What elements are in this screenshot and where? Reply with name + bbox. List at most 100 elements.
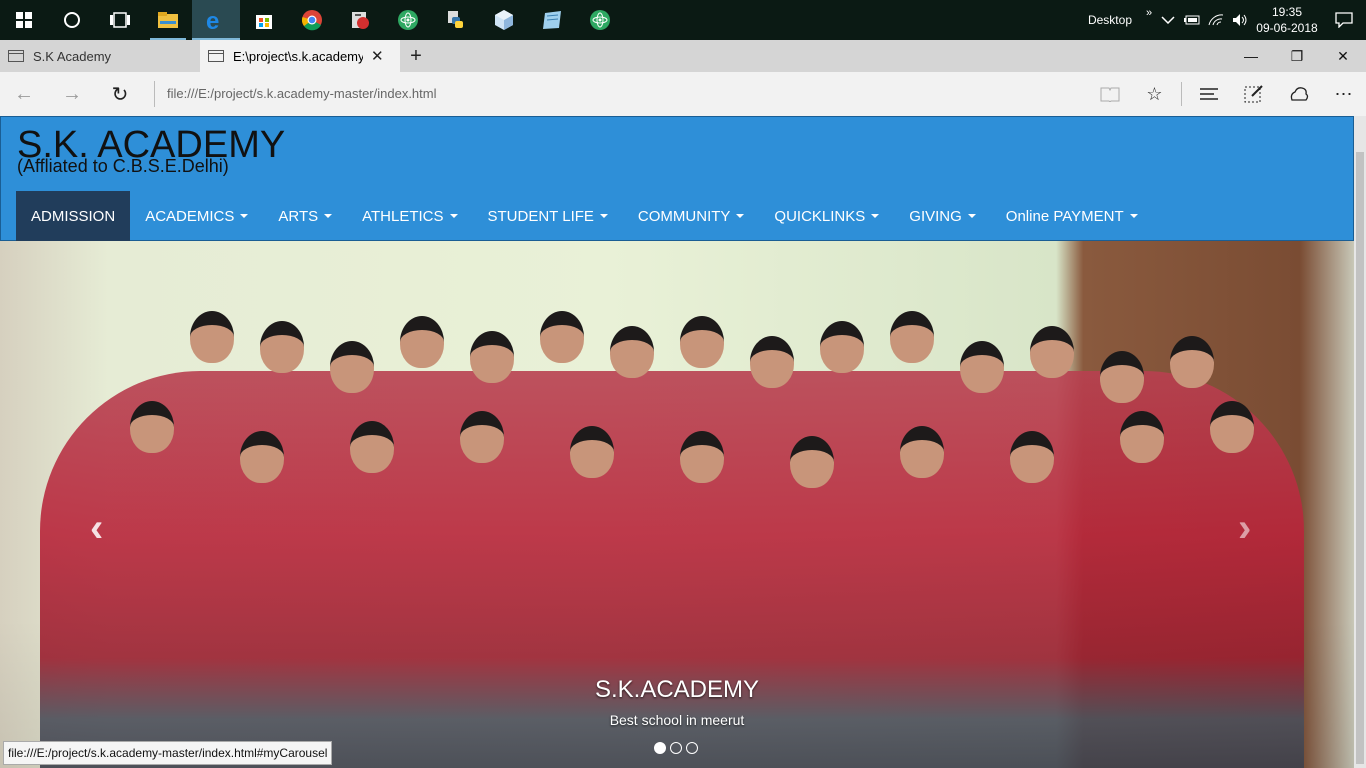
tab-close-icon[interactable]: ✕ xyxy=(371,47,384,65)
nav-label: Online PAYMENT xyxy=(1005,207,1124,225)
battery-icon[interactable] xyxy=(1180,0,1204,40)
toolbar-divider xyxy=(1181,82,1182,106)
nav-academics[interactable]: ACADEMICS xyxy=(130,191,263,241)
atom-icon xyxy=(590,10,610,30)
nav-athletics[interactable]: ATHLETICS xyxy=(347,191,472,241)
chevron-right-double-icon[interactable]: » xyxy=(1142,0,1156,33)
forward-arrow-icon[interactable]: → xyxy=(48,72,96,116)
nav-community[interactable]: COMMUNITY xyxy=(623,191,760,241)
nav-student-life[interactable]: STUDENT LIFE xyxy=(473,191,623,241)
folder-icon xyxy=(158,12,178,28)
windows-start-icon xyxy=(16,12,32,28)
python-button[interactable] xyxy=(432,0,480,40)
system-tray: Desktop » 19:35 09-06-2018 xyxy=(1088,0,1366,40)
hub-icon[interactable] xyxy=(1186,72,1231,116)
atom-button-2[interactable] xyxy=(576,0,624,40)
site-header: S.K. ACADEMY (Affliated to C.B.S.E.Delhi… xyxy=(0,116,1354,241)
store-button[interactable] xyxy=(240,0,288,40)
site-subtitle: (Affliated to C.B.S.E.Delhi) xyxy=(17,156,229,176)
minimize-icon[interactable]: — xyxy=(1228,40,1274,72)
carousel-indicator-2[interactable] xyxy=(670,742,682,754)
nav-label: QUICKLINKS xyxy=(774,207,866,225)
page-scrollbar[interactable] xyxy=(1354,116,1366,768)
caret-down-icon xyxy=(449,214,458,218)
address-bar[interactable]: file:///E:/project/s.k.academy-master/in… xyxy=(154,81,1074,107)
cortana-circle-icon xyxy=(64,12,80,28)
tab-project-file[interactable]: E:\project\s.k.academy- ✕ xyxy=(200,40,400,72)
nav-giving[interactable]: GIVING xyxy=(894,191,991,241)
page-favicon-icon xyxy=(8,50,24,62)
web-note-icon[interactable] xyxy=(1231,72,1276,116)
chrome-button[interactable] xyxy=(288,0,336,40)
edge-button[interactable]: e xyxy=(192,0,240,40)
taskbar-clock[interactable]: 19:35 09-06-2018 xyxy=(1252,4,1322,36)
atom-icon xyxy=(398,10,418,30)
nav-label: ATHLETICS xyxy=(362,207,444,225)
svg-text:e: e xyxy=(206,9,219,31)
tab-sk-academy[interactable]: S.K Academy xyxy=(0,40,200,72)
wifi-icon[interactable] xyxy=(1204,0,1228,40)
caret-down-icon xyxy=(599,214,608,218)
browser-tab-strip: S.K Academy E:\project\s.k.academy- ✕ + … xyxy=(0,40,1366,72)
volume-icon[interactable] xyxy=(1228,0,1252,40)
web-page: S.K. ACADEMY (Affliated to C.B.S.E.Delhi… xyxy=(0,116,1354,768)
nav-label: ACADEMICS xyxy=(145,207,235,225)
task-view-button[interactable] xyxy=(96,0,144,40)
notepad-button[interactable] xyxy=(528,0,576,40)
nav-label: COMMUNITY xyxy=(637,207,731,225)
browser-toolbar: ← → ↻ file:///E:/project/s.k.academy-mas… xyxy=(0,72,1366,116)
store-icon xyxy=(256,15,272,29)
reading-view-icon[interactable] xyxy=(1087,72,1132,116)
chrome-icon xyxy=(302,10,322,31)
nav-label: GIVING xyxy=(909,207,962,225)
file-explorer-button[interactable] xyxy=(144,0,192,40)
nav-admission[interactable]: ADMISSION xyxy=(16,191,131,241)
media-app-icon xyxy=(352,12,369,29)
page-favicon-icon xyxy=(208,50,224,62)
nav-arts[interactable]: ARTS xyxy=(263,191,347,241)
link-status-bar: file:///E:/project/s.k.academy-master/in… xyxy=(3,741,333,765)
notepad-icon xyxy=(543,11,561,29)
close-window-icon[interactable]: ✕ xyxy=(1320,40,1366,72)
nav-label: ARTS xyxy=(278,207,319,225)
python-icon xyxy=(448,11,463,28)
caret-down-icon xyxy=(967,214,976,218)
windows-start-button[interactable] xyxy=(0,0,48,40)
refresh-icon[interactable]: ↻ xyxy=(96,72,144,116)
3d-builder-button[interactable] xyxy=(480,0,528,40)
windows-taskbar: e Desktop » 19:35 09-06-2018 xyxy=(0,0,1366,40)
nav-label: STUDENT LIFE xyxy=(487,207,594,225)
desktop-toolbar-label[interactable]: Desktop xyxy=(1088,13,1132,27)
window-controls: — ❐ ✕ xyxy=(1228,40,1366,72)
more-options-icon[interactable]: ⋯ xyxy=(1321,72,1366,116)
new-tab-button[interactable]: + xyxy=(400,40,432,72)
back-arrow-icon[interactable]: ← xyxy=(0,72,48,116)
nav-quicklinks[interactable]: QUICKLINKS xyxy=(759,191,894,241)
cube-icon xyxy=(495,10,513,30)
favorite-star-icon[interactable]: ☆ xyxy=(1132,72,1177,116)
caret-down-icon xyxy=(1129,214,1138,218)
browser-toolbar-icons: ☆ ⋯ xyxy=(1087,72,1366,116)
cortana-button[interactable] xyxy=(48,0,96,40)
scrollbar-thumb[interactable] xyxy=(1356,152,1364,764)
carousel-next-icon[interactable]: › xyxy=(1238,506,1251,551)
restore-icon[interactable]: ❐ xyxy=(1274,40,1320,72)
caret-down-icon xyxy=(240,214,249,218)
action-center-icon[interactable] xyxy=(1322,0,1366,40)
nav-online-payment[interactable]: Online PAYMENT xyxy=(991,191,1153,241)
atom-button-1[interactable] xyxy=(384,0,432,40)
share-icon[interactable] xyxy=(1276,72,1321,116)
clock-time: 19:35 xyxy=(1271,5,1303,19)
carousel-prev-icon[interactable]: ‹ xyxy=(90,506,103,551)
media-app-button[interactable] xyxy=(336,0,384,40)
carousel-indicators xyxy=(654,742,698,754)
carousel-caption-text: Best school in meerut xyxy=(609,712,745,728)
tab-label: E:\project\s.k.academy- xyxy=(233,48,363,64)
edge-browser-icon: e xyxy=(206,9,219,31)
carousel-indicator-1[interactable] xyxy=(654,742,666,754)
carousel-caption-title: S.K.ACADEMY xyxy=(594,676,760,703)
carousel-indicator-3[interactable] xyxy=(686,742,698,754)
chevron-up-icon[interactable] xyxy=(1156,0,1180,40)
students-heads xyxy=(90,311,1294,511)
tab-label: S.K Academy xyxy=(33,48,112,64)
